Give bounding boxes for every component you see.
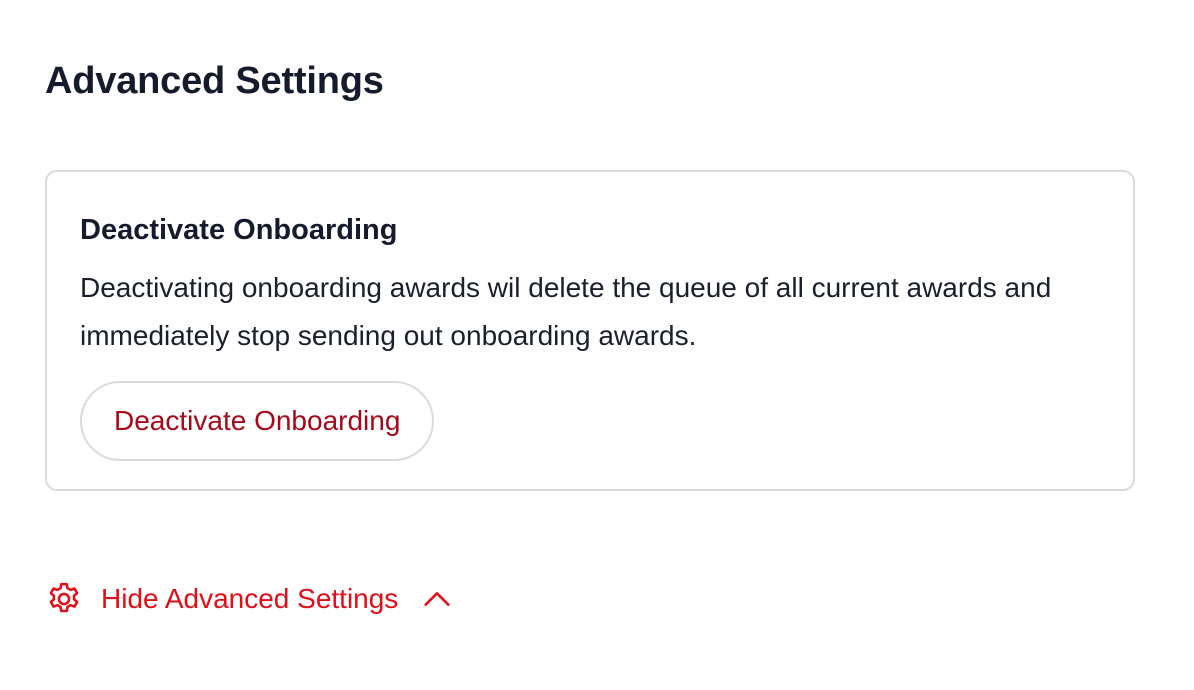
gear-icon: [45, 580, 83, 618]
card-title: Deactivate Onboarding: [80, 214, 398, 246]
card-description: Deactivating onboarding awards wil delet…: [80, 272, 1052, 351]
deactivate-onboarding-button[interactable]: Deactivate Onboarding: [80, 381, 435, 461]
hide-advanced-settings-toggle[interactable]: Hide Advanced Settings: [45, 576, 454, 622]
chevron-up-icon: [420, 582, 454, 616]
deactivate-onboarding-card: Deactivate Onboarding Deactivating onboa…: [45, 170, 1135, 491]
page-title: Advanced Settings: [45, 60, 384, 102]
hide-advanced-settings-label: Hide Advanced Settings: [101, 583, 399, 614]
